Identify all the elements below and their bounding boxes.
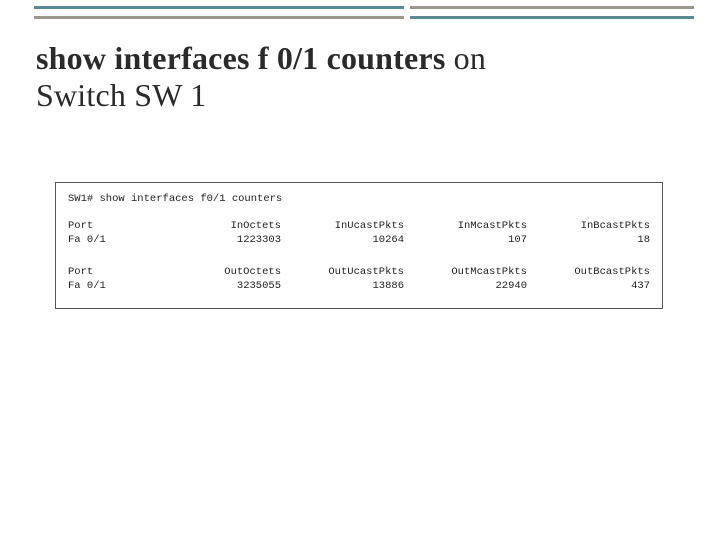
deco-grey-1 xyxy=(410,6,694,9)
hdr-outbcast: OutBcastPkts xyxy=(527,266,650,280)
title-trailing: on xyxy=(445,40,486,76)
out-port: Fa 0/1 xyxy=(68,280,158,294)
out-mcast: 22940 xyxy=(404,280,527,294)
deco-grey-2 xyxy=(34,16,404,19)
in-port: Fa 0/1 xyxy=(68,234,158,248)
in-mcast: 107 xyxy=(404,234,527,248)
in-header-row: Port InOctets InUcastPkts InMcastPkts In… xyxy=(68,220,650,234)
in-ucast: 10264 xyxy=(281,234,404,248)
out-ucast: 13886 xyxy=(281,280,404,294)
hdr-inucast: InUcastPkts xyxy=(281,220,404,234)
out-header-row: Port OutOctets OutUcastPkts OutMcastPkts… xyxy=(68,266,650,280)
hdr-port-out: Port xyxy=(68,266,158,280)
top-decoration xyxy=(0,0,720,24)
in-octets: 1223303 xyxy=(158,234,281,248)
slide-title: show interfaces f 0/1 counters on Switch… xyxy=(36,40,676,114)
counters-table: Port InOctets InUcastPkts InMcastPkts In… xyxy=(68,220,650,294)
hdr-inmcast: InMcastPkts xyxy=(404,220,527,234)
in-data-row: Fa 0/1 1223303 10264 107 18 xyxy=(68,234,650,248)
hdr-inbcast: InBcastPkts xyxy=(527,220,650,234)
in-bcast: 18 xyxy=(527,234,650,248)
terminal-output: SW1# show interfaces f0/1 counters Port … xyxy=(55,182,663,309)
hdr-outmcast: OutMcastPkts xyxy=(404,266,527,280)
title-command: show interfaces f 0/1 counters xyxy=(36,40,445,76)
slide: show interfaces f 0/1 counters on Switch… xyxy=(0,0,720,540)
hdr-inoctets: InOctets xyxy=(158,220,281,234)
title-line2: Switch SW 1 xyxy=(36,77,207,113)
out-bcast: 437 xyxy=(527,280,650,294)
hdr-port-in: Port xyxy=(68,220,158,234)
deco-teal-1 xyxy=(34,6,404,9)
deco-teal-2 xyxy=(410,16,694,19)
hdr-outoctets: OutOctets xyxy=(158,266,281,280)
out-data-row: Fa 0/1 3235055 13886 22940 437 xyxy=(68,280,650,294)
hdr-outucast: OutUcastPkts xyxy=(281,266,404,280)
prompt-line: SW1# show interfaces f0/1 counters xyxy=(68,193,650,206)
out-octets: 3235055 xyxy=(158,280,281,294)
